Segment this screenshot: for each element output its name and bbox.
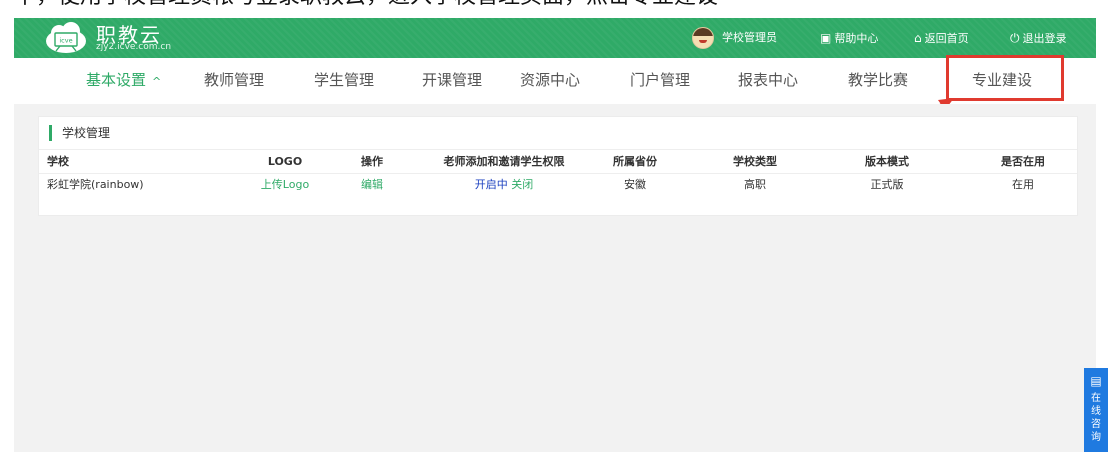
brand-url: zjy2.icve.com.cn — [96, 42, 172, 52]
col-header-version: 版本模式 — [865, 155, 909, 168]
table-header-row: 学校 LOGO 操作 老师添加和邀请学生权限 所属省份 学校类型 版本模式 是否… — [39, 151, 1077, 174]
nav-item-course-management[interactable]: 开课管理 — [422, 58, 482, 104]
divider — [39, 149, 1077, 150]
nav-label: 资源中心 — [520, 71, 581, 89]
col-header-province: 所属省份 — [613, 155, 657, 168]
consult-char: 线 — [1091, 406, 1101, 417]
col-header-in-use: 是否在用 — [1001, 155, 1045, 168]
permission-off-link[interactable]: 关闭 — [511, 178, 533, 191]
nav-item-teacher-management[interactable]: 教师管理 — [204, 58, 264, 104]
nav-item-student-management[interactable]: 学生管理 — [314, 58, 374, 104]
nav-label: 门户管理 — [630, 71, 691, 89]
top-caption-text: 中，使用学校管理员帐号登录职教云，进入学校管理页面，点击专业建设 — [0, 0, 1108, 8]
nav-label: 基本设置 — [86, 71, 147, 89]
cell-version: 正式版 — [870, 178, 904, 191]
nav-label: 学生管理 — [314, 71, 375, 89]
nav-item-portal-management[interactable]: 门户管理 — [630, 58, 690, 104]
upload-logo-link[interactable]: 上传Logo — [261, 174, 309, 196]
permission-toggle: 开启中 关闭 — [475, 174, 534, 196]
col-header-school-type: 学校类型 — [733, 155, 777, 168]
highlight-box-annotation — [946, 55, 1064, 101]
help-icon: ▣ — [820, 31, 832, 45]
online-consult-label: 在 线 咨 询 — [1084, 392, 1108, 444]
col-header-permission: 老师添加和邀请学生权限 — [443, 155, 565, 168]
content-area: 学校管理 学校 LOGO 操作 老师添加和邀请学生权限 所属省份 学校类型 版本… — [14, 104, 1096, 452]
chat-bubble-icon: ▤ — [1090, 374, 1102, 388]
cloud-logo-icon: icve — [46, 22, 86, 53]
cell-in-use: 在用 — [1012, 178, 1034, 191]
nav-label: 教学比赛 — [848, 71, 909, 89]
nav-label: 报表中心 — [738, 71, 799, 89]
home-label: 返回首页 — [924, 32, 969, 45]
home-icon: ⌂ — [914, 31, 922, 45]
logout-label: 退出登录 — [1022, 32, 1067, 45]
cell-province: 安徽 — [624, 178, 646, 191]
consult-char: 在 — [1091, 393, 1101, 404]
help-label: 帮助中心 — [834, 32, 879, 45]
school-management-panel: 学校管理 学校 LOGO 操作 老师添加和邀请学生权限 所属省份 学校类型 版本… — [38, 116, 1078, 216]
cell-school-name: 彩虹学院(rainbow) — [47, 178, 144, 191]
nav-item-basic-settings[interactable]: 基本设置 ^ — [86, 58, 161, 104]
edit-link[interactable]: 编辑 — [361, 174, 383, 196]
top-header: icve 职教云 zjy2.icve.com.cn 学校管理员 ▣ 帮助中心 ⌂ 返… — [14, 18, 1096, 58]
nav-item-resource-center[interactable]: 资源中心 — [520, 58, 580, 104]
help-center-link[interactable]: ▣ 帮助中心 — [820, 18, 878, 58]
user-menu[interactable]: 学校管理员 — [692, 18, 777, 58]
panel-title: 学校管理 — [49, 125, 110, 141]
online-consult-button[interactable]: ▤ 在 线 咨 询 — [1084, 368, 1108, 452]
permission-on-link[interactable]: 开启中 — [475, 178, 508, 191]
table-row: 彩虹学院(rainbow) 上传Logo 编辑 开启中 关闭 安徽 高职 正式版… — [39, 174, 1077, 196]
col-header-school: 学校 — [47, 155, 69, 168]
main-nav: 基本设置 ^ 教师管理 学生管理 开课管理 资源中心 门户管理 报表中心 教学比赛… — [14, 55, 1096, 125]
school-table: 学校 LOGO 操作 老师添加和邀请学生权限 所属省份 学校类型 版本模式 是否… — [39, 151, 1077, 196]
col-header-logo: LOGO — [267, 155, 303, 168]
power-icon: ⏻ — [1010, 31, 1020, 45]
logout-link[interactable]: ⏻ 退出登录 — [1010, 18, 1067, 58]
home-link[interactable]: ⌂ 返回首页 — [914, 18, 969, 58]
svg-text:icve: icve — [59, 37, 72, 45]
consult-char: 询 — [1091, 432, 1101, 443]
nav-item-report-center[interactable]: 报表中心 — [738, 58, 798, 104]
cell-school-type: 高职 — [744, 178, 766, 191]
col-header-action: 操作 — [361, 155, 383, 168]
user-avatar — [692, 27, 714, 49]
consult-char: 咨 — [1091, 419, 1101, 430]
chevron-up-icon: ^ — [152, 75, 162, 88]
nav-label: 开课管理 — [422, 71, 483, 89]
user-role-label: 学校管理员 — [722, 31, 777, 44]
nav-label: 教师管理 — [204, 71, 265, 89]
